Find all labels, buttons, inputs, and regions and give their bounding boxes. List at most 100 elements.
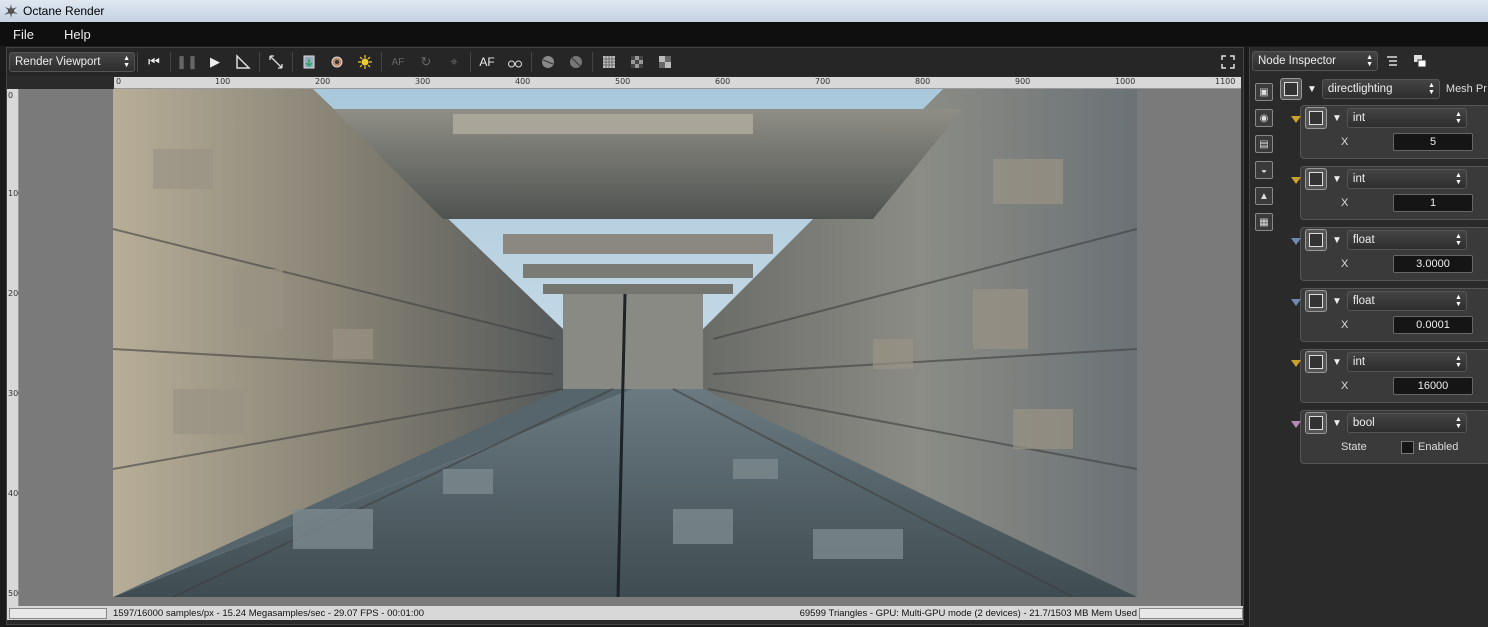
fit-view-button[interactable] (265, 51, 287, 73)
ruler-corner (7, 77, 114, 89)
render-canvas[interactable] (19, 89, 1241, 606)
render-image[interactable] (113, 89, 1137, 597)
start-render-button[interactable]: ▶ (204, 51, 226, 73)
separator (170, 52, 171, 72)
pause-render-button[interactable]: ❚❚ (176, 51, 198, 73)
node-extra-label: Mesh Pr (1445, 83, 1487, 95)
x-label: X (1341, 380, 1349, 392)
param-block: ▼ int ▲ ▼ X 5 (1291, 105, 1488, 159)
checker-icon (631, 56, 643, 68)
viewport-status-bar: 1597/16000 samples/px - 15.24 Megasample… (7, 606, 1243, 620)
recenter-view-button[interactable] (232, 51, 254, 73)
separator (381, 52, 382, 72)
inspector-selector-label: Node Inspector (1258, 55, 1336, 67)
picker-icon: ⌖ (450, 54, 458, 69)
input-pin[interactable] (1291, 238, 1305, 245)
material-picker-button[interactable]: ↻ (415, 51, 437, 73)
expand-triangle-icon[interactable]: ▼ (1332, 235, 1342, 246)
render-stats: 1597/16000 samples/px - 15.24 Megasample… (113, 607, 425, 619)
region-render-button[interactable] (537, 51, 559, 73)
input-pin[interactable] (1291, 116, 1305, 123)
menu-file[interactable]: File (0, 27, 50, 42)
param-value-field[interactable]: 5 (1393, 133, 1473, 151)
param-value-field[interactable]: 1 (1393, 194, 1473, 212)
background-toggle-button[interactable] (654, 51, 676, 73)
node-inspector-panel: Node Inspector ▲ ▼ ▣ ◉ ▤ ◒ ▲ ▦ ▼ directli… (1249, 47, 1488, 627)
fullscreen-button[interactable] (1217, 51, 1239, 73)
kernel-node-icon[interactable]: ▦ (1255, 213, 1273, 231)
expand-triangle-icon[interactable]: ▼ (1332, 357, 1342, 368)
imager-node-icon[interactable]: ▲ (1255, 187, 1273, 205)
input-pin[interactable] (1291, 177, 1305, 184)
auto-focus-button[interactable]: AF (476, 51, 498, 73)
param-type-selector[interactable]: int ▲ ▼ (1346, 108, 1467, 128)
menu-help[interactable]: Help (50, 27, 105, 42)
expand-triangle-icon[interactable]: ▼ (1332, 296, 1342, 307)
expand-triangle-icon[interactable]: ▼ (1332, 418, 1342, 429)
separator (259, 52, 260, 72)
param-type-selector[interactable]: bool ▲ ▼ (1346, 413, 1467, 433)
save-image-icon (303, 55, 315, 69)
param-block: ▼ int ▲ ▼ X 1 (1291, 166, 1488, 220)
window-title: Octane Render (23, 4, 105, 18)
input-pin[interactable] (1291, 299, 1305, 306)
bool-node-icon (1305, 412, 1327, 434)
settings-node-icon[interactable]: ▤ (1255, 135, 1273, 153)
viewport-toolbar: Render Viewport ▲ ▼ ⏮ ❚❚ ▶ AF ↻ ⌖ AF (7, 48, 1243, 76)
float-node-icon (1305, 229, 1327, 251)
inspector-body: ▼ directlighting ▲ ▼ Mesh Pr ▼ int ▲ ▼ X 5 (1280, 77, 1488, 464)
enabled-checkbox[interactable] (1401, 440, 1414, 454)
camera-mode-button[interactable] (504, 51, 526, 73)
environment-node-icon[interactable]: ◒ (1255, 161, 1273, 179)
ruler-triangle-icon (236, 54, 251, 69)
inspector-selector[interactable]: Node Inspector ▲ ▼ (1252, 51, 1378, 71)
memory-usage-bar (1139, 607, 1243, 619)
combo-arrows-icon: ▲ ▼ (1454, 294, 1462, 308)
object-picker-button[interactable]: ⌖ (443, 51, 465, 73)
inspector-sidebar: ▣ ◉ ▤ ◒ ▲ ▦ (1250, 75, 1278, 275)
expand-all-button[interactable] (1409, 50, 1431, 72)
collapse-icon (1387, 56, 1397, 66)
enabled-label: Enabled (1418, 441, 1459, 453)
param-type-selector[interactable]: float ▲ ▼ (1346, 291, 1467, 311)
save-render-button[interactable] (298, 51, 320, 73)
param-type-label: bool (1352, 417, 1375, 429)
separator (592, 52, 593, 72)
ruler-label: 1100 (1215, 77, 1236, 86)
input-pin[interactable] (1291, 360, 1305, 367)
transparency-button[interactable] (626, 51, 648, 73)
alpha-channel-button[interactable] (598, 51, 620, 73)
menu-bar: File Help (0, 22, 1488, 46)
expand-triangle-icon[interactable]: ▼ (1332, 113, 1342, 124)
film-region-button[interactable] (565, 51, 587, 73)
param-type-selector[interactable]: int ▲ ▼ (1346, 352, 1467, 372)
expand-triangle-icon[interactable]: ▼ (1332, 174, 1342, 185)
input-pin[interactable] (1291, 421, 1305, 428)
sun-picker-icon (358, 55, 372, 69)
image-node-icon[interactable]: ▣ (1255, 83, 1273, 101)
int-node-icon (1305, 168, 1327, 190)
param-type-selector[interactable]: float ▲ ▼ (1346, 230, 1467, 250)
vertical-ruler: 0 100 200 300 400 500 (7, 89, 23, 606)
picking-white-balance-button[interactable] (354, 51, 376, 73)
param-type-label: int (1352, 112, 1366, 124)
param-value-field[interactable]: 16000 (1393, 377, 1473, 395)
ruler-label: 900 (1015, 77, 1031, 86)
camera-node-icon[interactable]: ◉ (1255, 109, 1273, 127)
combo-arrows-icon: ▲ ▼ (1366, 54, 1373, 68)
param-type-selector[interactable]: int ▲ ▼ (1346, 169, 1467, 189)
expand-triangle-icon[interactable]: ▼ (1307, 84, 1317, 95)
kernel-type-selector[interactable]: directlighting ▲ ▼ (1321, 79, 1440, 99)
int-node-icon (1305, 107, 1327, 129)
param-value-field[interactable]: 0.0001 (1393, 316, 1473, 334)
param-type-label: float (1352, 234, 1375, 246)
sphere-alt-icon (570, 56, 582, 68)
picking-focus-button[interactable] (326, 51, 348, 73)
auto-focus-disabled-button[interactable]: AF (387, 51, 409, 73)
collapse-all-button[interactable] (1381, 50, 1403, 72)
viewport-selector[interactable]: Render Viewport ▲ ▼ (9, 52, 135, 72)
param-value-field[interactable]: 3.0000 (1393, 255, 1473, 273)
combo-arrows-icon: ▲ ▼ (123, 55, 130, 69)
combo-arrows-icon: ▲ ▼ (1427, 82, 1435, 96)
restart-render-button[interactable]: ⏮ (143, 51, 165, 73)
